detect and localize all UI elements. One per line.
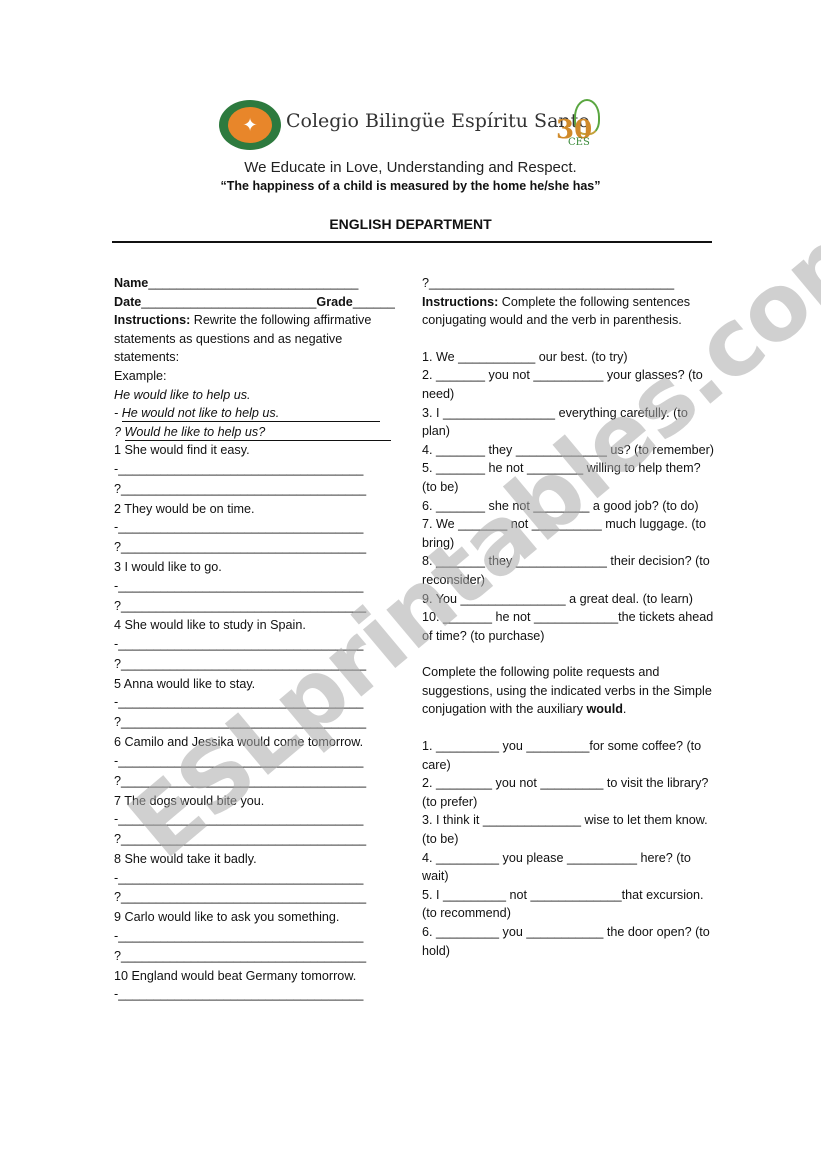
question-answer-blank[interactable]: ?___________________________________ — [114, 888, 399, 908]
fill-in-item[interactable]: 2. ________ you not _________ to visit t… — [422, 774, 717, 811]
exercise-statement: 9 Carlo would like to ask you something. — [114, 910, 340, 925]
fill-in-item[interactable]: 7. We _______ not __________ much luggag… — [422, 515, 717, 552]
example-sentence: He would like to help us. — [114, 387, 251, 402]
fill-in-item[interactable]: 9. You _______________ a great deal. (to… — [422, 590, 717, 609]
exercise-statement: 5 Anna would like to stay. — [114, 676, 256, 691]
anniversary-text: CES — [568, 137, 590, 148]
fill-in-item[interactable]: 4. _______ they _____________ us? (to re… — [422, 441, 717, 460]
exercise-list-polite-requests: 1. _________ you _________for some coffe… — [422, 737, 717, 960]
section2-intro-end: . — [622, 702, 627, 717]
instructions-left: Instructions: Rewrite the following affi… — [114, 311, 399, 367]
exercise-statement: 2 They would be on time. — [114, 501, 255, 516]
name-label: Name — [114, 276, 149, 290]
question-answer-blank[interactable]: ?___________________________________ — [114, 538, 399, 558]
instructions-right: Instructions: Complete the following sen… — [422, 293, 717, 330]
fill-in-item[interactable]: 1. We ___________ our best. (to try) — [422, 348, 717, 367]
question-answer-blank[interactable]: ?___________________________________ — [114, 597, 399, 617]
date-grade-row: Date_________________________Grade______ — [114, 293, 399, 312]
example-question: ? Would he like to help us? — [114, 423, 399, 442]
question-answer-blank[interactable]: ?___________________________________ — [114, 655, 399, 675]
section2-instructions: Complete the following polite requests a… — [422, 663, 717, 719]
example-question-prefix: ? — [114, 424, 122, 439]
exercise-list-left: 1 She would find it easy. -______________… — [114, 441, 399, 1005]
exercise-statement: 4 She would like to study in Spain. — [114, 618, 306, 633]
negative-answer-blank[interactable]: -___________________________________ — [114, 693, 399, 713]
instructions-label: Instructions: — [422, 294, 499, 309]
exercise-statement: 10 England would beat Germany tomorrow. — [114, 968, 357, 983]
dove-icon: ✦ — [228, 107, 272, 143]
right-column: ?___________________________________ Ins… — [422, 274, 717, 960]
carryover-question-blank[interactable]: ?___________________________________ — [422, 274, 717, 293]
fill-in-item[interactable]: 3. I ________________ everything careful… — [422, 404, 717, 441]
name-blank[interactable]: ______________________________ — [148, 276, 358, 290]
exercise-statement: 6 Camilo and Jessika would come tomorrow… — [114, 735, 364, 750]
exercise-list-would: 1. We ___________ our best. (to try) 2. _… — [422, 348, 717, 646]
fill-in-item[interactable]: 5. I _________ not _____________that exc… — [422, 886, 717, 923]
question-answer-blank[interactable]: ?___________________________________ — [114, 947, 399, 967]
exercise-statement: 7 The dogs would bite you. — [114, 793, 265, 808]
school-motto: We Educate in Love, Understanding and Re… — [244, 159, 577, 176]
fill-in-item[interactable]: 1. _________ you _________for some coffe… — [422, 737, 717, 774]
fill-in-item[interactable]: 4. _________ you please __________ here?… — [422, 849, 717, 886]
anniversary-logo-icon: 30 CES — [552, 99, 612, 161]
grade-blank[interactable]: ______ — [353, 295, 395, 309]
date-blank[interactable]: _________________________ — [141, 295, 316, 309]
exercise-statement: 1 She would find it easy. — [114, 443, 250, 458]
date-label: Date — [114, 294, 142, 309]
department-title: ENGLISH DEPARTMENT — [329, 216, 492, 232]
school-name: Colegio Bilingüe Espíritu Santo — [286, 110, 590, 132]
school-quote: “The happiness of a child is measured by… — [220, 179, 601, 193]
question-answer-blank[interactable]: ?___________________________________ — [114, 830, 399, 850]
negative-answer-blank[interactable]: -___________________________________ — [114, 518, 399, 538]
question-answer-blank[interactable]: ?___________________________________ — [114, 713, 399, 733]
negative-answer-blank[interactable]: -___________________________________ — [114, 985, 399, 1005]
fill-in-item[interactable]: 2. _______ you not __________ your glass… — [422, 366, 717, 403]
example-question-answer: Would he like to help us? — [124, 425, 391, 441]
section2-intro: Complete the following polite requests a… — [422, 665, 712, 717]
example-label: Example: — [114, 368, 167, 383]
fill-in-item[interactable]: 3. I think it ______________ wise to let… — [422, 811, 717, 848]
exercise-statement: 3 I would like to go. — [114, 560, 222, 575]
fill-in-item[interactable]: 6. _________ you ___________ the door op… — [422, 923, 717, 960]
negative-answer-blank[interactable]: -___________________________________ — [114, 869, 399, 889]
example-negative: - He would not like to help us. — [114, 404, 399, 423]
negative-answer-blank[interactable]: -___________________________________ — [114, 752, 399, 772]
instructions-label: Instructions: — [114, 313, 191, 328]
exercise-statement: 8 She would take it badly. — [114, 851, 257, 866]
name-field[interactable]: Name______________________________ — [114, 274, 399, 293]
grade-label: Grade — [316, 294, 353, 309]
fill-in-item[interactable]: 8. _______ they _____________ their deci… — [422, 552, 717, 589]
fill-in-item[interactable]: 5. _______ he not ________ willing to he… — [422, 459, 717, 496]
negative-answer-blank[interactable]: -___________________________________ — [114, 927, 399, 947]
example-negative-prefix: - — [114, 406, 119, 421]
negative-answer-blank[interactable]: -___________________________________ — [114, 810, 399, 830]
fill-in-item[interactable]: 10. _______ he not ____________the ticke… — [422, 608, 717, 645]
fill-in-item[interactable]: 6. _______ she not ________ a good job? … — [422, 497, 717, 516]
negative-answer-blank[interactable]: -___________________________________ — [114, 460, 399, 480]
negative-answer-blank[interactable]: -___________________________________ — [114, 635, 399, 655]
example-negative-answer: He would not like to help us. — [121, 406, 380, 423]
left-column: Name______________________________ Date_… — [114, 274, 399, 1005]
section2-intro-bold: would — [586, 702, 623, 717]
negative-answer-blank[interactable]: -___________________________________ — [114, 577, 399, 597]
school-logo-icon: ✦ — [219, 100, 281, 150]
question-answer-blank[interactable]: ?___________________________________ — [114, 480, 399, 500]
worksheet-page: ✦ Colegio Bilingüe Espíritu Santo 30 CES… — [0, 0, 821, 1169]
header-divider — [112, 241, 712, 243]
question-answer-blank[interactable]: ?___________________________________ — [114, 772, 399, 792]
